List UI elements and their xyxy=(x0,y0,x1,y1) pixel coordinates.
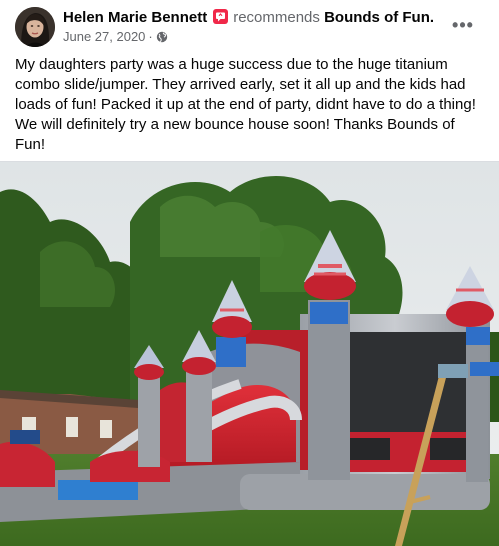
meta-separator: · xyxy=(148,29,153,44)
more-options-icon[interactable]: ••• xyxy=(448,10,478,40)
post-header: Helen Marie Bennett recommends Bounds of … xyxy=(0,0,499,52)
recommendation-post: Helen Marie Bennett recommends Bounds of … xyxy=(0,0,499,546)
author-avatar[interactable] xyxy=(15,7,55,47)
author-name-link[interactable]: Helen Marie Bennett xyxy=(63,9,207,26)
recommend-icon xyxy=(213,9,229,24)
post-date-link[interactable]: June 27, 2020 xyxy=(63,29,145,44)
bounce-house-photo xyxy=(0,162,499,546)
post-photo[interactable] xyxy=(0,161,499,546)
page-name-link[interactable]: Bounds of Fun. xyxy=(324,9,434,26)
post-body-text: My daughters party was a huge success du… xyxy=(15,56,476,153)
recommend-verb: recommends xyxy=(233,9,320,26)
tower-left xyxy=(134,345,164,467)
avatar-photo xyxy=(15,7,55,47)
post-meta: June 27, 2020 · xyxy=(63,30,168,44)
globe-icon[interactable] xyxy=(156,31,168,43)
post-title-line: Helen Marie Bennett recommends Bounds of … xyxy=(63,9,434,27)
